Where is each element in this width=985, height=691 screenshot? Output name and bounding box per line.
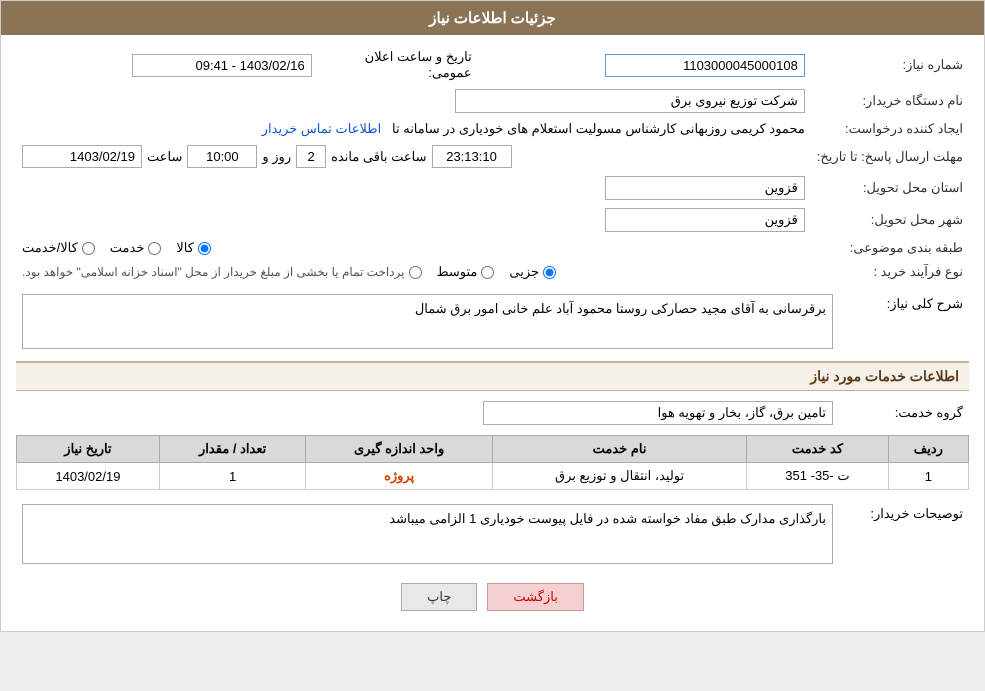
services-table: ردیف کد خدمت نام خدمت واحد اندازه گیری ت… xyxy=(16,435,969,490)
buyer-desc-table: توصیحات خریدار: بارگذاری مدارک طبق مفاد … xyxy=(16,500,969,568)
row-service-group: گروه خدمت: تامین برق، گاز، بخار و تهویه … xyxy=(16,397,969,429)
services-table-head: ردیف کد خدمت نام خدمت واحد اندازه گیری ت… xyxy=(17,436,969,463)
need-number-value: 1103000045000108 xyxy=(605,54,805,77)
category-radio-group: کالا/خدمت خدمت کالا xyxy=(22,240,805,256)
deadline-days-label: روز و xyxy=(262,149,291,165)
row-creator: ایجاد کننده درخواست: محمود کریمی روزبهان… xyxy=(16,117,969,141)
back-button[interactable]: بازگشت xyxy=(487,583,583,611)
process-motevaset[interactable]: متوسط xyxy=(437,264,495,280)
province-value: قزوین xyxy=(605,176,805,200)
main-content: شماره نیاز: 1103000045000108 تاریخ و ساع… xyxy=(1,35,984,631)
row-process: نوع فرآیند خرید : پرداخت تمام یا بخشی از… xyxy=(16,260,969,284)
row-city: شهر محل تحویل: قزوین xyxy=(16,204,969,236)
page-header: جزئیات اطلاعات نیاز xyxy=(1,1,984,35)
services-table-header-row: ردیف کد خدمت نام خدمت واحد اندازه گیری ت… xyxy=(17,436,969,463)
category-label: طبقه بندی موضوعی: xyxy=(811,236,969,260)
cell-count: 1 xyxy=(159,463,306,490)
category-khedmat[interactable]: خدمت xyxy=(110,240,162,256)
deadline-label: مهلت ارسال پاسخ: تا تاریخ: xyxy=(811,141,969,172)
process-jozi[interactable]: جزیی xyxy=(509,264,556,280)
page-wrapper: جزئیات اطلاعات نیاز شماره نیاز: 11030000… xyxy=(0,0,985,632)
page-title: جزئیات اطلاعات نیاز xyxy=(429,10,556,27)
deadline-days: 2 xyxy=(296,145,326,168)
narration-table: شرح کلی نیاز: برقرسانی به آقای مجید حصار… xyxy=(16,290,969,353)
process-other[interactable]: پرداخت تمام یا بخشی از مبلغ خریدار از مح… xyxy=(22,265,422,279)
category-kala[interactable]: کالا xyxy=(176,240,211,256)
narration-value[interactable]: برقرسانی به آقای مجید حصارکی روستا محمود… xyxy=(22,294,833,349)
city-label: شهر محل تحویل: xyxy=(811,204,969,236)
creator-link[interactable]: اطلاعات تماس خریدار xyxy=(262,121,381,136)
cell-name: تولید، انتقال و توزیع برق xyxy=(492,463,746,490)
service-group-table: گروه خدمت: تامین برق، گاز، بخار و تهویه … xyxy=(16,397,969,429)
narration-label: شرح کلی نیاز: xyxy=(839,290,969,353)
col-row: ردیف xyxy=(888,436,968,463)
col-unit: واحد اندازه گیری xyxy=(306,436,493,463)
need-number-label: شماره نیاز: xyxy=(811,45,969,85)
row-category: طبقه بندی موضوعی: کالا/خدمت خدمت کالا xyxy=(16,236,969,260)
deadline-remaining-label: ساعت باقی مانده xyxy=(331,149,426,165)
process-radio-group: پرداخت تمام یا بخشی از مبلغ خریدار از مح… xyxy=(22,264,805,280)
col-date: تاریخ نیاز xyxy=(17,436,160,463)
cell-row: 1 xyxy=(888,463,968,490)
row-buyer-desc: توصیحات خریدار: بارگذاری مدارک طبق مفاد … xyxy=(16,500,969,568)
button-row: بازگشت چاپ xyxy=(16,583,969,611)
row-deadline: مهلت ارسال پاسخ: تا تاریخ: 1403/02/19 سا… xyxy=(16,141,969,172)
row-narration: شرح کلی نیاز: برقرسانی به آقای مجید حصار… xyxy=(16,290,969,353)
deadline-row: 1403/02/19 ساعت 10:00 روز و 2 ساعت باقی … xyxy=(22,145,805,168)
col-name: نام خدمت xyxy=(492,436,746,463)
cell-code: ت -35- 351 xyxy=(747,463,889,490)
deadline-remaining: 23:13:10 xyxy=(432,145,512,168)
services-table-body: 1ت -35- 351تولید، انتقال و توزیع برقپروژ… xyxy=(17,463,969,490)
service-group-value: تامین برق، گاز، بخار و تهویه هوا xyxy=(483,401,833,425)
province-label: استان محل تحویل: xyxy=(811,172,969,204)
print-button[interactable]: چاپ xyxy=(401,583,477,611)
org-name-value: شرکت توزیع نیروی برق xyxy=(455,89,805,113)
services-section-title: اطلاعات خدمات مورد نیاز xyxy=(16,361,969,391)
deadline-time-label: ساعت xyxy=(147,149,182,165)
cell-date: 1403/02/19 xyxy=(17,463,160,490)
category-kala-khedmat[interactable]: کالا/خدمت xyxy=(22,240,95,256)
date-label: تاریخ و ساعت اعلان عمومی: xyxy=(318,45,478,85)
deadline-date: 1403/02/19 xyxy=(22,145,142,168)
deadline-time: 10:00 xyxy=(187,145,257,168)
info-table: شماره نیاز: 1103000045000108 تاریخ و ساع… xyxy=(16,45,969,284)
service-group-label: گروه خدمت: xyxy=(839,397,969,429)
row-province: استان محل تحویل: قزوین xyxy=(16,172,969,204)
col-count: تعداد / مقدار xyxy=(159,436,306,463)
cell-unit: پروژه xyxy=(306,463,493,490)
process-label: نوع فرآیند خرید : xyxy=(811,260,969,284)
row-need-number: شماره نیاز: 1103000045000108 تاریخ و ساع… xyxy=(16,45,969,85)
col-code: کد خدمت xyxy=(747,436,889,463)
buyer-desc-value[interactable]: بارگذاری مدارک طبق مفاد خواسته شده در فا… xyxy=(22,504,833,564)
creator-label: ایجاد کننده درخواست: xyxy=(811,117,969,141)
row-org-name: نام دستگاه خریدار: شرکت توزیع نیروی برق xyxy=(16,85,969,117)
org-name-label: نام دستگاه خریدار: xyxy=(811,85,969,117)
creator-value: محمود کریمی روزبهانی کارشناس مسولیت استع… xyxy=(392,121,805,136)
city-value: قزوین xyxy=(605,208,805,232)
table-row: 1ت -35- 351تولید، انتقال و توزیع برقپروژ… xyxy=(17,463,969,490)
buyer-desc-label: توصیحات خریدار: xyxy=(839,500,969,568)
date-value: 1403/02/16 - 09:41 xyxy=(132,54,312,77)
